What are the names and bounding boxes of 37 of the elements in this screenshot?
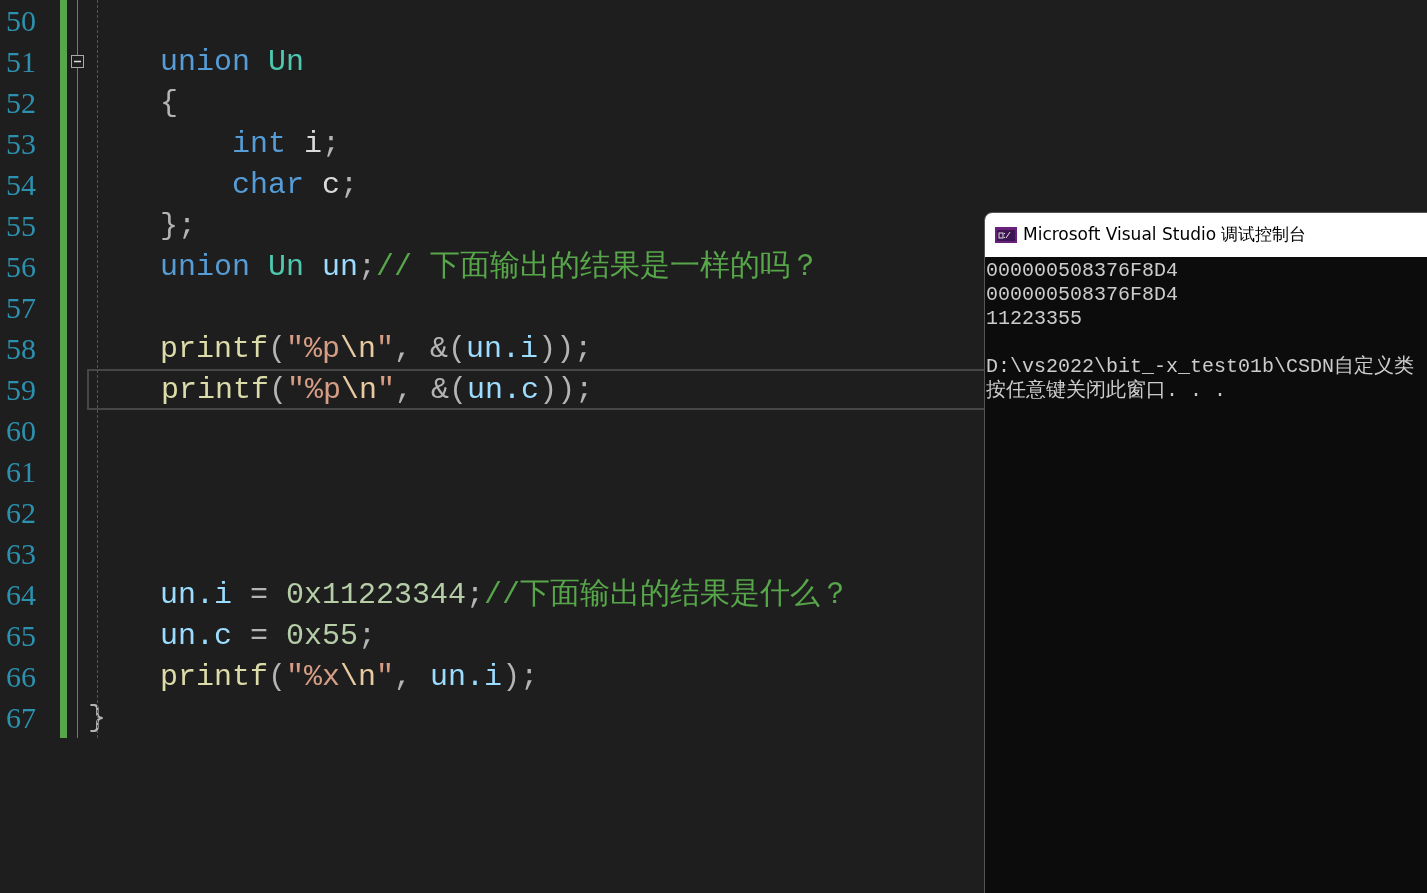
console-app-icon bbox=[995, 227, 1017, 243]
window-title: Microsoft Visual Studio 调试控制台 bbox=[1023, 223, 1307, 247]
code-line: union Un un;// 下面输出的结果是一样的吗？ bbox=[159, 248, 821, 286]
line-number: 66 bbox=[5, 659, 36, 695]
code-line: }; bbox=[159, 207, 197, 245]
collapse-icon[interactable] bbox=[71, 55, 84, 68]
line-number: 60 bbox=[5, 413, 36, 449]
line-number: 59 bbox=[5, 372, 36, 408]
line-number: 62 bbox=[5, 495, 36, 531]
line-number: 56 bbox=[5, 249, 36, 285]
line-number: 55 bbox=[5, 208, 36, 244]
line-number: 65 bbox=[5, 618, 36, 654]
code-line: union Un bbox=[159, 43, 305, 81]
code-line: int i; bbox=[231, 125, 341, 163]
line-number: 53 bbox=[5, 126, 36, 162]
code-line: un.i = 0x11223344;//下面输出的结果是什么？ bbox=[159, 576, 851, 614]
code-line: { bbox=[159, 84, 178, 122]
line-number: 57 bbox=[5, 290, 36, 326]
line-number: 63 bbox=[5, 536, 36, 572]
console-output-line: 000000508376F8D4 bbox=[986, 283, 1180, 307]
console-message-line: 按任意键关闭此窗口. . . bbox=[986, 379, 1227, 403]
code-line: printf("%p\n", &(un.c)); bbox=[160, 371, 594, 409]
line-number: 58 bbox=[5, 331, 36, 367]
line-number: 67 bbox=[5, 700, 36, 736]
console-output-line: 11223355 bbox=[986, 307, 1083, 331]
console-output-line: 000000508376F8D4 bbox=[986, 259, 1180, 283]
line-number: 51 bbox=[5, 44, 36, 80]
code-line: un.c = 0x55; bbox=[159, 617, 377, 655]
code-line: printf("%x\n", un.i); bbox=[159, 658, 539, 696]
code-line: printf("%p\n", &(un.i)); bbox=[159, 330, 593, 368]
line-number: 64 bbox=[5, 577, 36, 613]
line-number: 50 bbox=[5, 3, 36, 39]
console-message-line: D:\vs2022\bit_-x_test01b\CSDN自定义类 bbox=[986, 355, 1416, 379]
code-line: char c; bbox=[231, 166, 359, 204]
line-number: 52 bbox=[5, 85, 36, 121]
line-number: 54 bbox=[5, 167, 36, 203]
line-number: 61 bbox=[5, 454, 36, 490]
